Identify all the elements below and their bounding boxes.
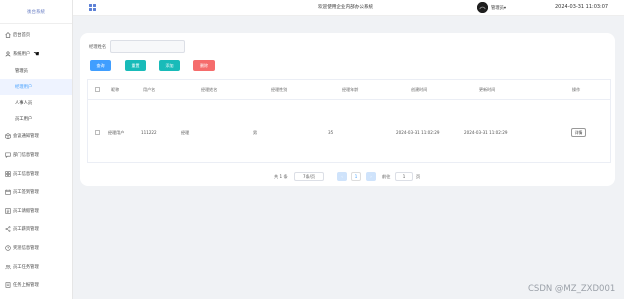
search-button[interactable]: 查询	[90, 60, 111, 71]
sidebar-item-system-users[interactable]: 系统用户 ☚	[0, 45, 72, 64]
grid-icon	[4, 170, 11, 177]
sidebar-item-label: 部门信息管理	[13, 153, 39, 159]
cell-username: 111222	[141, 130, 157, 135]
cell-nickname: 经理用户	[108, 130, 125, 135]
sidebar-item-meeting[interactable]: 会议通知管理	[0, 127, 72, 146]
sidebar-item-tasks[interactable]: 员工任务管理	[0, 257, 72, 276]
next-page-button[interactable]: ›	[366, 172, 376, 181]
table-row: 经理用户 111222 经理 男 35 2024-03-31 11:02:29 …	[88, 100, 610, 164]
page-unit-label: 页	[416, 174, 421, 179]
team-icon	[4, 263, 11, 270]
table-header: 昵称 用户名 经理姓名 经理性别 经理年龄 创建时间 更新时间 操作	[88, 80, 610, 100]
help-icon	[4, 245, 11, 252]
col-header-gender: 经理性别	[271, 87, 288, 92]
detail-button[interactable]: 详情	[571, 128, 586, 137]
sidebar-item-label: 奖惩信息管理	[13, 246, 39, 252]
page-size-select[interactable]: 7条/页	[294, 172, 324, 181]
sidebar-item-label: 员工信息管理	[13, 171, 39, 177]
sidebar-item-department[interactable]: 部门信息管理	[0, 146, 72, 165]
sidebar-item-label: 员工签到管理	[13, 190, 39, 196]
cell-age: 35	[328, 130, 334, 135]
reset-button[interactable]: 重置	[125, 60, 146, 71]
submenu-item-admin[interactable]: 管理员	[0, 63, 72, 79]
row-checkbox[interactable]	[95, 130, 100, 135]
chevron-down-icon: ▾	[503, 6, 507, 11]
doc-icon	[4, 282, 11, 289]
user-icon	[4, 50, 11, 57]
goto-page-input[interactable]: 1	[395, 172, 413, 181]
cell-gender: 男	[253, 130, 258, 135]
sidebar-item-label: 员工薪资管理	[13, 227, 39, 233]
username-label: 管理员	[491, 6, 504, 11]
delete-button[interactable]: 删除	[193, 60, 215, 71]
calendar-icon	[4, 189, 11, 196]
page-size-label: 7条/页	[303, 173, 315, 179]
chat-icon	[4, 152, 11, 159]
col-header-nickname: 昵称	[111, 87, 120, 92]
clock-display: 2024-03-31 11:03:07	[555, 4, 609, 10]
submenu-item-hr[interactable]: 人事人员	[0, 95, 72, 111]
select-all-checkbox[interactable]	[95, 87, 100, 92]
col-header-name: 经理姓名	[201, 87, 218, 92]
col-header-action: 操作	[572, 87, 581, 92]
sidebar-item-rewards[interactable]: 奖惩信息管理	[0, 239, 72, 258]
sidebar-item-label: 系统用户	[13, 51, 31, 57]
prev-page-button[interactable]: ‹	[337, 172, 347, 181]
submenu-item-manager[interactable]: 经理用户	[0, 79, 72, 96]
share-icon	[4, 226, 11, 233]
pagination-total: 共 1 条	[274, 174, 288, 179]
search-label: 经理姓名	[89, 45, 107, 50]
sidebar-item-home[interactable]: 后台首页	[0, 26, 72, 45]
sidebar-item-reports[interactable]: 任务上报管理	[0, 276, 72, 295]
col-header-created: 创建时间	[411, 87, 428, 92]
sidebar-item-label: 会议通知管理	[13, 134, 39, 140]
col-header-updated: 更新时间	[479, 87, 496, 92]
page-number-current[interactable]: 1	[351, 172, 361, 181]
sidebar-item-checkin[interactable]: 员工签到管理	[0, 183, 72, 202]
sidebar-item-label: 员工请假管理	[13, 208, 39, 214]
box-icon	[4, 133, 11, 140]
goto-label: 前往	[382, 174, 391, 179]
submenu-item-employee[interactable]: 员工用户	[0, 111, 72, 127]
sidebar-item-label: 后台首页	[13, 33, 31, 39]
sidebar-item-label: 任务上报管理	[13, 283, 39, 289]
menu-toggle-icon[interactable]	[89, 4, 96, 11]
manager-table: 昵称 用户名 经理姓名 经理性别 经理年龄 创建时间 更新时间 操作 经理用户 …	[87, 79, 611, 163]
add-button[interactable]: 添加	[159, 60, 180, 71]
sidebar: 後台系統 后台首页 系统用户 ☚ 管理员 经理用户 人事人员 员工用户 会议通知…	[0, 0, 73, 299]
watermark: CSDN @MZ_ZXD001	[528, 284, 616, 294]
sidebar-logo: 後台系統	[0, 0, 72, 24]
cell-created: 2024-03-31 11:02:29	[396, 130, 440, 135]
avatar[interactable]	[477, 2, 488, 13]
home-icon	[4, 32, 11, 39]
sidebar-item-leave[interactable]: 员工请假管理	[0, 202, 72, 221]
cell-name: 经理	[181, 130, 190, 135]
list-icon	[4, 207, 11, 214]
manager-name-input[interactable]	[110, 40, 185, 53]
sidebar-item-salary[interactable]: 员工薪资管理	[0, 220, 72, 239]
col-header-username: 用户名	[143, 87, 156, 92]
sidebar-item-employee-info[interactable]: 员工信息管理	[0, 164, 72, 183]
user-menu[interactable]: 管理员▾	[491, 5, 506, 11]
sidebar-item-label: 员工任务管理	[13, 264, 39, 270]
top-header: 欢迎使用企业内部办公系统 管理员▾ 2024-03-31 11:03:07	[73, 0, 624, 16]
content-card: 经理姓名 查询 重置 添加 删除 昵称 用户名 经理姓名 经理性别 经理年龄 创…	[80, 33, 615, 186]
page-title: 欢迎使用企业内部办公系统	[318, 5, 374, 10]
cursor-icon: ☚	[33, 49, 40, 58]
cell-updated: 2024-03-31 11:02:29	[464, 130, 508, 135]
col-header-age: 经理年龄	[342, 87, 359, 92]
